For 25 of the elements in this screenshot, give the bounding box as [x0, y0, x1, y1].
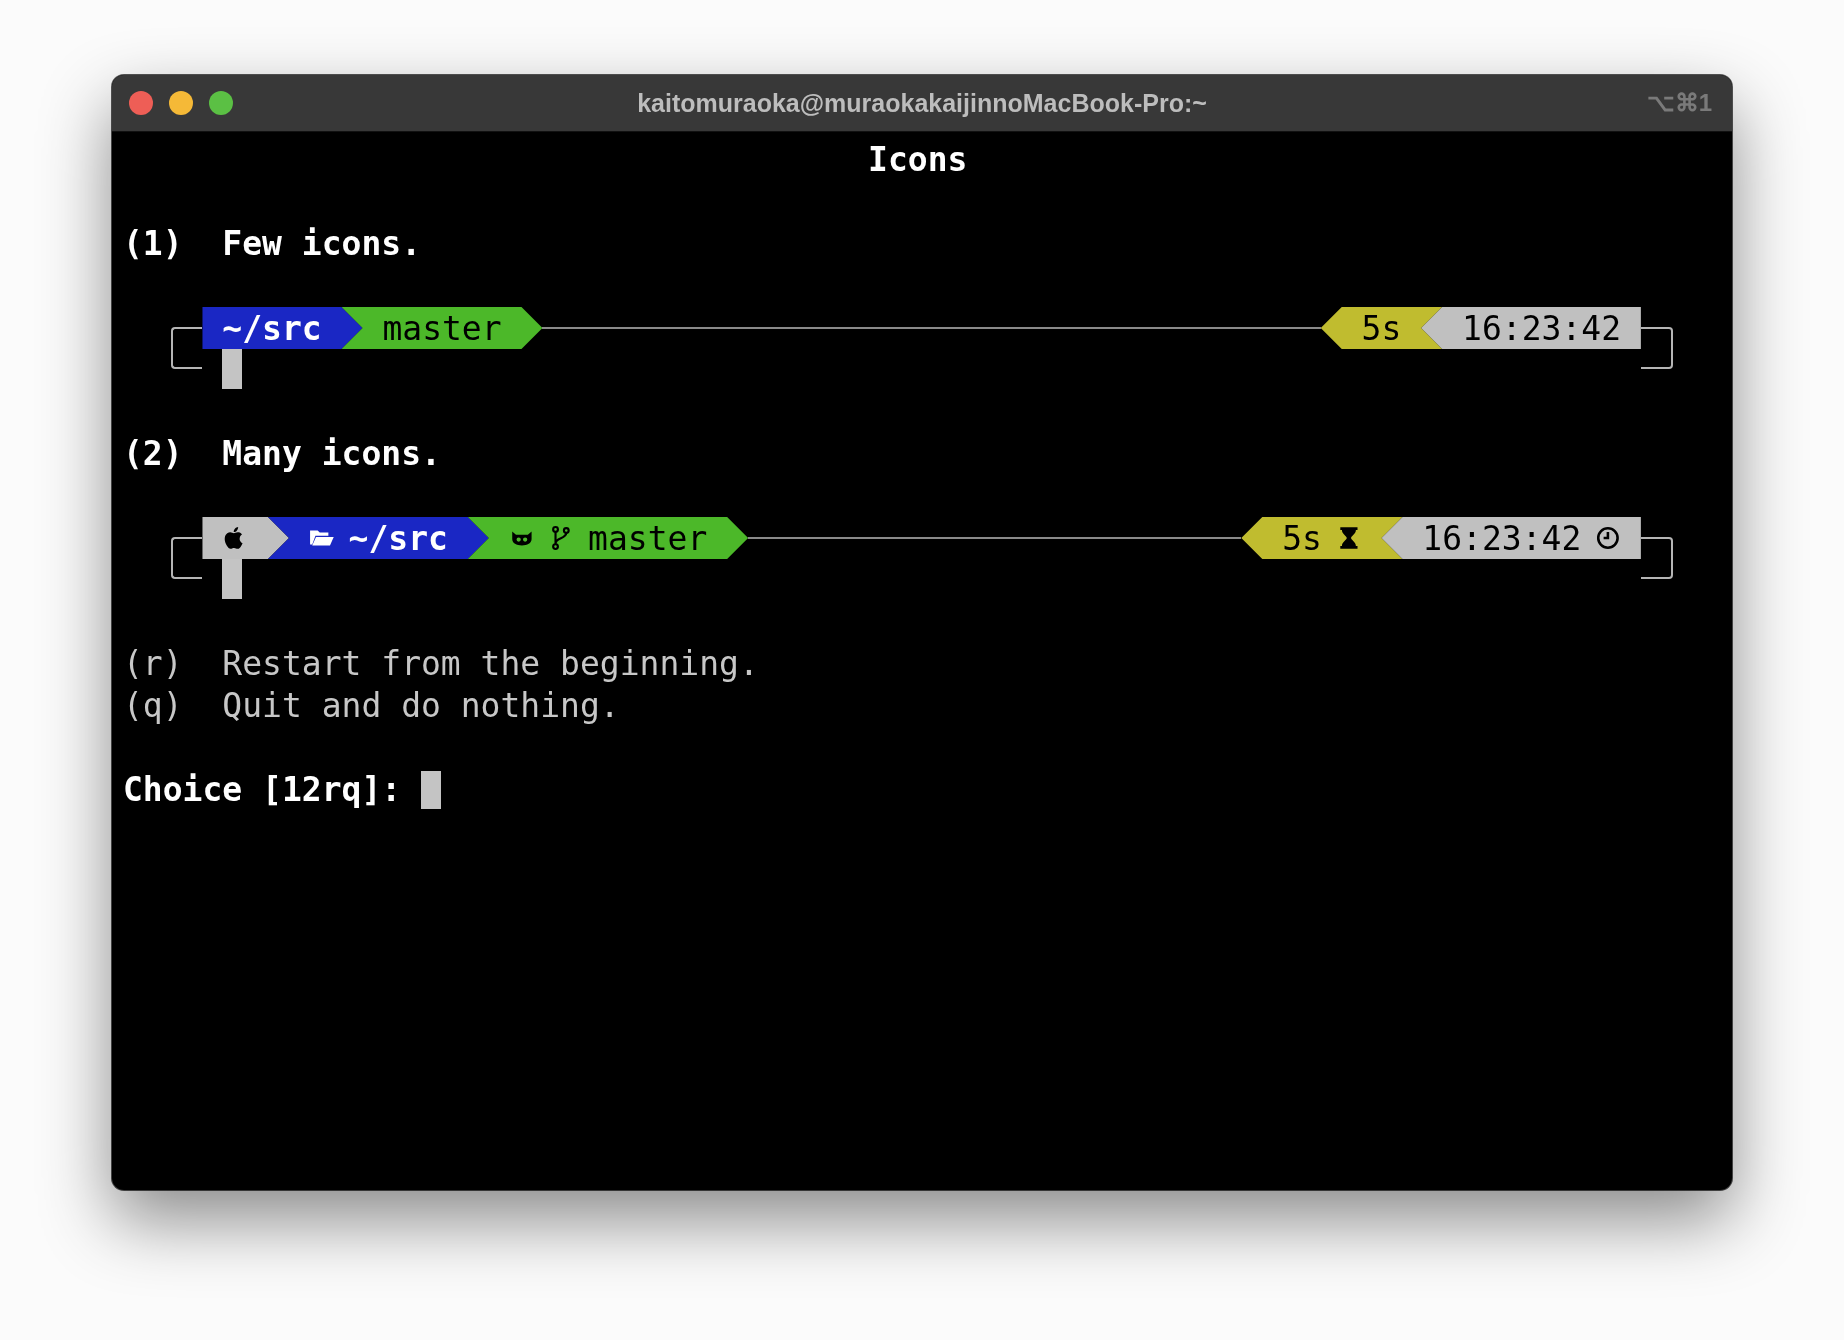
zoom-button[interactable]: [209, 91, 233, 115]
minimize-button[interactable]: [169, 91, 193, 115]
action-key: (q): [123, 685, 223, 727]
segment-text: 16:23:42: [1422, 518, 1582, 558]
option-label: Few icons.: [222, 223, 421, 265]
segment-text: master: [382, 308, 502, 348]
text-cursor: [421, 771, 441, 809]
segment-text: 16:23:42: [1462, 308, 1621, 348]
menu-heading: Icons: [868, 139, 968, 181]
option-label: Many icons.: [222, 433, 441, 475]
option-key: (1): [123, 223, 223, 265]
input-prompt: Choice [12rq]:: [123, 769, 402, 811]
action-label: Restart from the beginning.: [222, 643, 759, 685]
shortcut-label: ⌥⌘1: [1646, 89, 1712, 117]
segment-text: master: [588, 518, 708, 558]
action-label: Quit and do nothing.: [222, 685, 620, 727]
segment-text: ~/src: [222, 308, 322, 348]
option-key: (2): [123, 433, 223, 475]
action-key: (r): [123, 643, 223, 685]
text-cursor: [222, 349, 243, 389]
segment-text: 5s: [1282, 518, 1322, 558]
window-title: kaitomuraoka@muraokakaijinnoMacBook-Pro:~: [637, 88, 1207, 118]
close-button[interactable]: [129, 91, 153, 115]
segment-text: ~/src: [348, 518, 448, 558]
segment-text: 5s: [1361, 308, 1402, 348]
